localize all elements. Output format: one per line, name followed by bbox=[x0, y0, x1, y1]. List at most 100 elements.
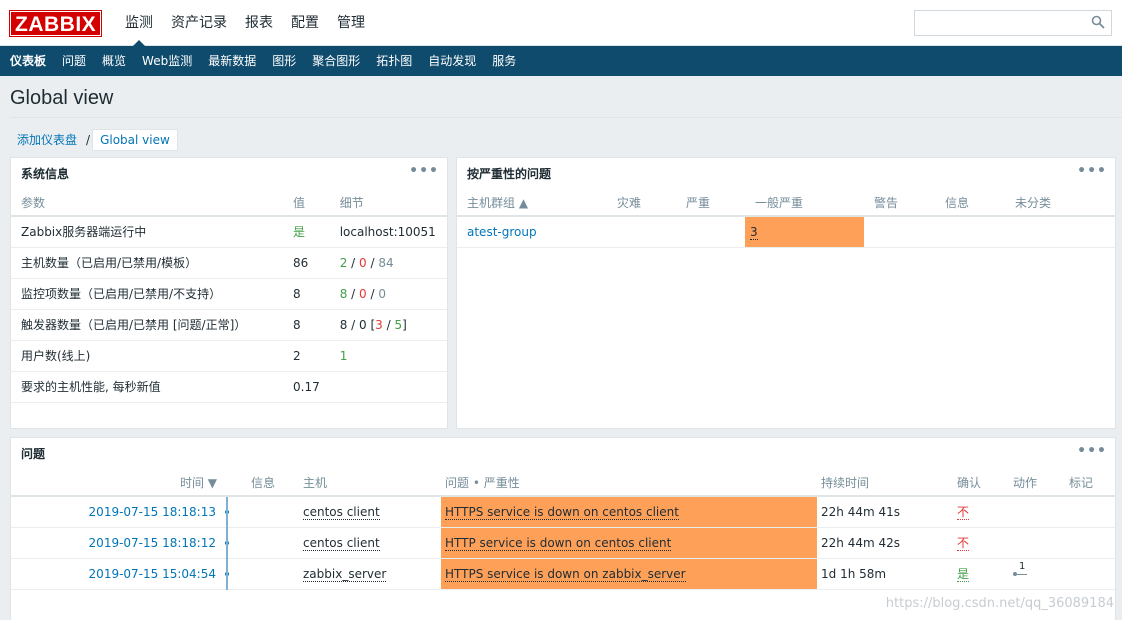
problem-cell[interactable]: HTTPS service is down on zabbix_server bbox=[441, 558, 817, 590]
host-link[interactable]: zabbix_server bbox=[303, 566, 387, 582]
disaster-cell bbox=[607, 216, 676, 248]
system-info-title: 系统信息 bbox=[21, 167, 70, 181]
sub-menu-maps[interactable]: 拓扑图 bbox=[368, 46, 420, 76]
high-cell bbox=[676, 216, 745, 248]
duration-cell: 22h 44m 42s bbox=[817, 527, 947, 559]
param-cell: 触发器数量（已启用/已禁用 [问题/正常]） bbox=[11, 309, 283, 341]
system-info-table: 参数 值 细节 Zabbix服务器端运行中 是 localhost:10051 … bbox=[11, 190, 447, 403]
column-header: 问题 • 严重性 bbox=[441, 470, 817, 497]
column-header: 标记 bbox=[1059, 470, 1115, 497]
info-cell bbox=[247, 496, 293, 528]
disabled-count: 0 bbox=[359, 255, 367, 270]
enabled-count: 8 bbox=[339, 286, 348, 301]
problem-cell[interactable]: HTTP service is down on centos client bbox=[441, 527, 817, 559]
widget-title: 系统信息 ••• bbox=[11, 158, 447, 190]
template-count: 84 bbox=[378, 255, 394, 270]
sub-menu-services[interactable]: 服务 bbox=[484, 46, 524, 76]
column-header: 值 bbox=[283, 190, 330, 217]
host-group-link[interactable]: atest-group bbox=[457, 216, 607, 248]
problem-time[interactable]: 2019-07-15 18:18:12 bbox=[11, 527, 227, 559]
column-header: 持续时间 bbox=[817, 470, 947, 497]
param-cell: 用户数(线上) bbox=[11, 340, 283, 372]
divider bbox=[10, 117, 1122, 118]
ack-cell[interactable]: 是 bbox=[947, 558, 1003, 590]
action-count: 1 bbox=[1019, 561, 1026, 572]
breadcrumb-current[interactable]: Global view bbox=[92, 129, 178, 151]
zabbix-logo[interactable]: ZABBIX bbox=[8, 10, 103, 37]
column-header: 未分类 bbox=[1005, 190, 1115, 217]
action-icon[interactable]: 1 bbox=[1013, 561, 1031, 579]
duration-cell: 1d 1h 58m bbox=[817, 558, 947, 590]
problem-link[interactable]: HTTP service is down on centos client bbox=[445, 535, 672, 551]
top-menu-inventory[interactable]: 资产记录 bbox=[162, 0, 236, 46]
severity-table: 主机群组 ▲ 灾难 严重 一般严重 警告 信息 未分类 atest-group … bbox=[457, 190, 1115, 248]
ack-cell[interactable]: 不 bbox=[947, 527, 1003, 559]
sub-menu-problems[interactable]: 问题 bbox=[54, 46, 94, 76]
table-header: 时间 ▼ 信息 主机 问题 • 严重性 持续时间 确认 动作 标记 bbox=[11, 470, 1115, 497]
sub-menu-screens[interactable]: 聚合图形 bbox=[304, 46, 368, 76]
widget-menu-button[interactable]: ••• bbox=[409, 158, 439, 184]
action-cell bbox=[1003, 496, 1059, 528]
top-menu-monitoring[interactable]: 监测 bbox=[116, 0, 162, 47]
sub-menu-overview[interactable]: 概览 bbox=[94, 46, 134, 76]
sub-menu-latest-data[interactable]: 最新数据 bbox=[200, 46, 264, 76]
breadcrumb: 添加仪表盘 / Global view bbox=[10, 129, 178, 151]
sub-menu-graphs[interactable]: 图形 bbox=[264, 46, 304, 76]
top-menu-administration[interactable]: 管理 bbox=[328, 0, 374, 46]
column-header: 信息 bbox=[935, 190, 1005, 217]
problem-cell[interactable]: HTTPS service is down on centos client bbox=[441, 496, 817, 528]
column-header-time[interactable]: 时间 ▼ bbox=[11, 470, 227, 497]
breadcrumb-parent[interactable]: 添加仪表盘 bbox=[10, 130, 84, 150]
tags-cell bbox=[1059, 496, 1115, 528]
top-bar: ZABBIX 监测 资产记录 报表 配置 管理 bbox=[0, 0, 1122, 47]
sub-menu-web[interactable]: Web监测 bbox=[134, 46, 200, 76]
action-cell[interactable]: 1 bbox=[1003, 558, 1059, 590]
problem-link[interactable]: HTTPS service is down on centos client bbox=[445, 504, 679, 520]
search-icon[interactable] bbox=[1091, 15, 1105, 29]
column-header: 警告 bbox=[864, 190, 935, 217]
problem-link[interactable]: HTTPS service is down on zabbix_server bbox=[445, 566, 686, 582]
problem-time[interactable]: 2019-07-15 18:18:13 bbox=[11, 496, 227, 528]
detail-cell: 8 / 0 [3 / 5] bbox=[329, 309, 447, 341]
widget-menu-button[interactable]: ••• bbox=[1077, 438, 1107, 464]
top-menu-reports[interactable]: 报表 bbox=[236, 0, 282, 46]
disabled-count: 0 bbox=[359, 286, 367, 301]
breadcrumb-separator: / bbox=[86, 133, 91, 147]
ack-cell[interactable]: 不 bbox=[947, 496, 1003, 528]
host-link[interactable]: centos client bbox=[303, 504, 380, 520]
search-input[interactable] bbox=[914, 10, 1112, 36]
column-header: 主机 bbox=[293, 470, 441, 497]
widget-menu-button[interactable]: ••• bbox=[1077, 158, 1107, 184]
top-menu-configuration[interactable]: 配置 bbox=[282, 0, 328, 46]
average-count[interactable]: 3 bbox=[750, 224, 758, 240]
table-header: 参数 值 细节 bbox=[11, 190, 447, 217]
host-cell[interactable]: centos client bbox=[293, 527, 441, 559]
ack-link[interactable]: 不 bbox=[957, 536, 970, 551]
table-row: 2019-07-15 18:18:13 centos client HTTPS … bbox=[11, 496, 1115, 528]
column-header: 动作 bbox=[1003, 470, 1059, 497]
timeline-dot bbox=[225, 527, 247, 559]
column-header-host-group[interactable]: 主机群组 ▲ bbox=[457, 190, 607, 217]
trigger-suffix: ] bbox=[402, 317, 407, 332]
table-row: 2019-07-15 18:18:12 centos client HTTP s… bbox=[11, 527, 1115, 559]
action-cell bbox=[1003, 527, 1059, 559]
detail-cell: 8 / 0 / 0 bbox=[329, 278, 447, 310]
ack-link[interactable]: 是 bbox=[957, 567, 970, 582]
column-header-timeline bbox=[227, 470, 247, 497]
severity-title: 按严重性的问题 bbox=[467, 167, 552, 181]
average-cell[interactable]: 3 bbox=[745, 216, 864, 248]
ack-link[interactable]: 不 bbox=[957, 505, 970, 521]
value-cell: 2 bbox=[283, 340, 330, 372]
host-link[interactable]: centos client bbox=[303, 535, 380, 551]
host-cell[interactable]: zabbix_server bbox=[293, 558, 441, 590]
column-header: 参数 bbox=[11, 190, 283, 217]
problem-time[interactable]: 2019-07-15 15:04:54 bbox=[11, 558, 227, 590]
warning-cell bbox=[864, 216, 935, 248]
column-header: 严重 bbox=[676, 190, 745, 217]
problems-by-severity-widget: 按严重性的问题 ••• 主机群组 ▲ 灾难 严重 一般严重 警告 信息 未分类 … bbox=[456, 157, 1116, 429]
host-cell[interactable]: centos client bbox=[293, 496, 441, 528]
sub-menu-discovery[interactable]: 自动发现 bbox=[420, 46, 484, 76]
table-row: Zabbix服务器端运行中 是 localhost:10051 bbox=[11, 216, 447, 248]
table-row: 触发器数量（已启用/已禁用 [问题/正常]） 8 8 / 0 [3 / 5] bbox=[11, 309, 447, 341]
sub-menu-dashboard[interactable]: 仪表板 bbox=[2, 46, 54, 76]
